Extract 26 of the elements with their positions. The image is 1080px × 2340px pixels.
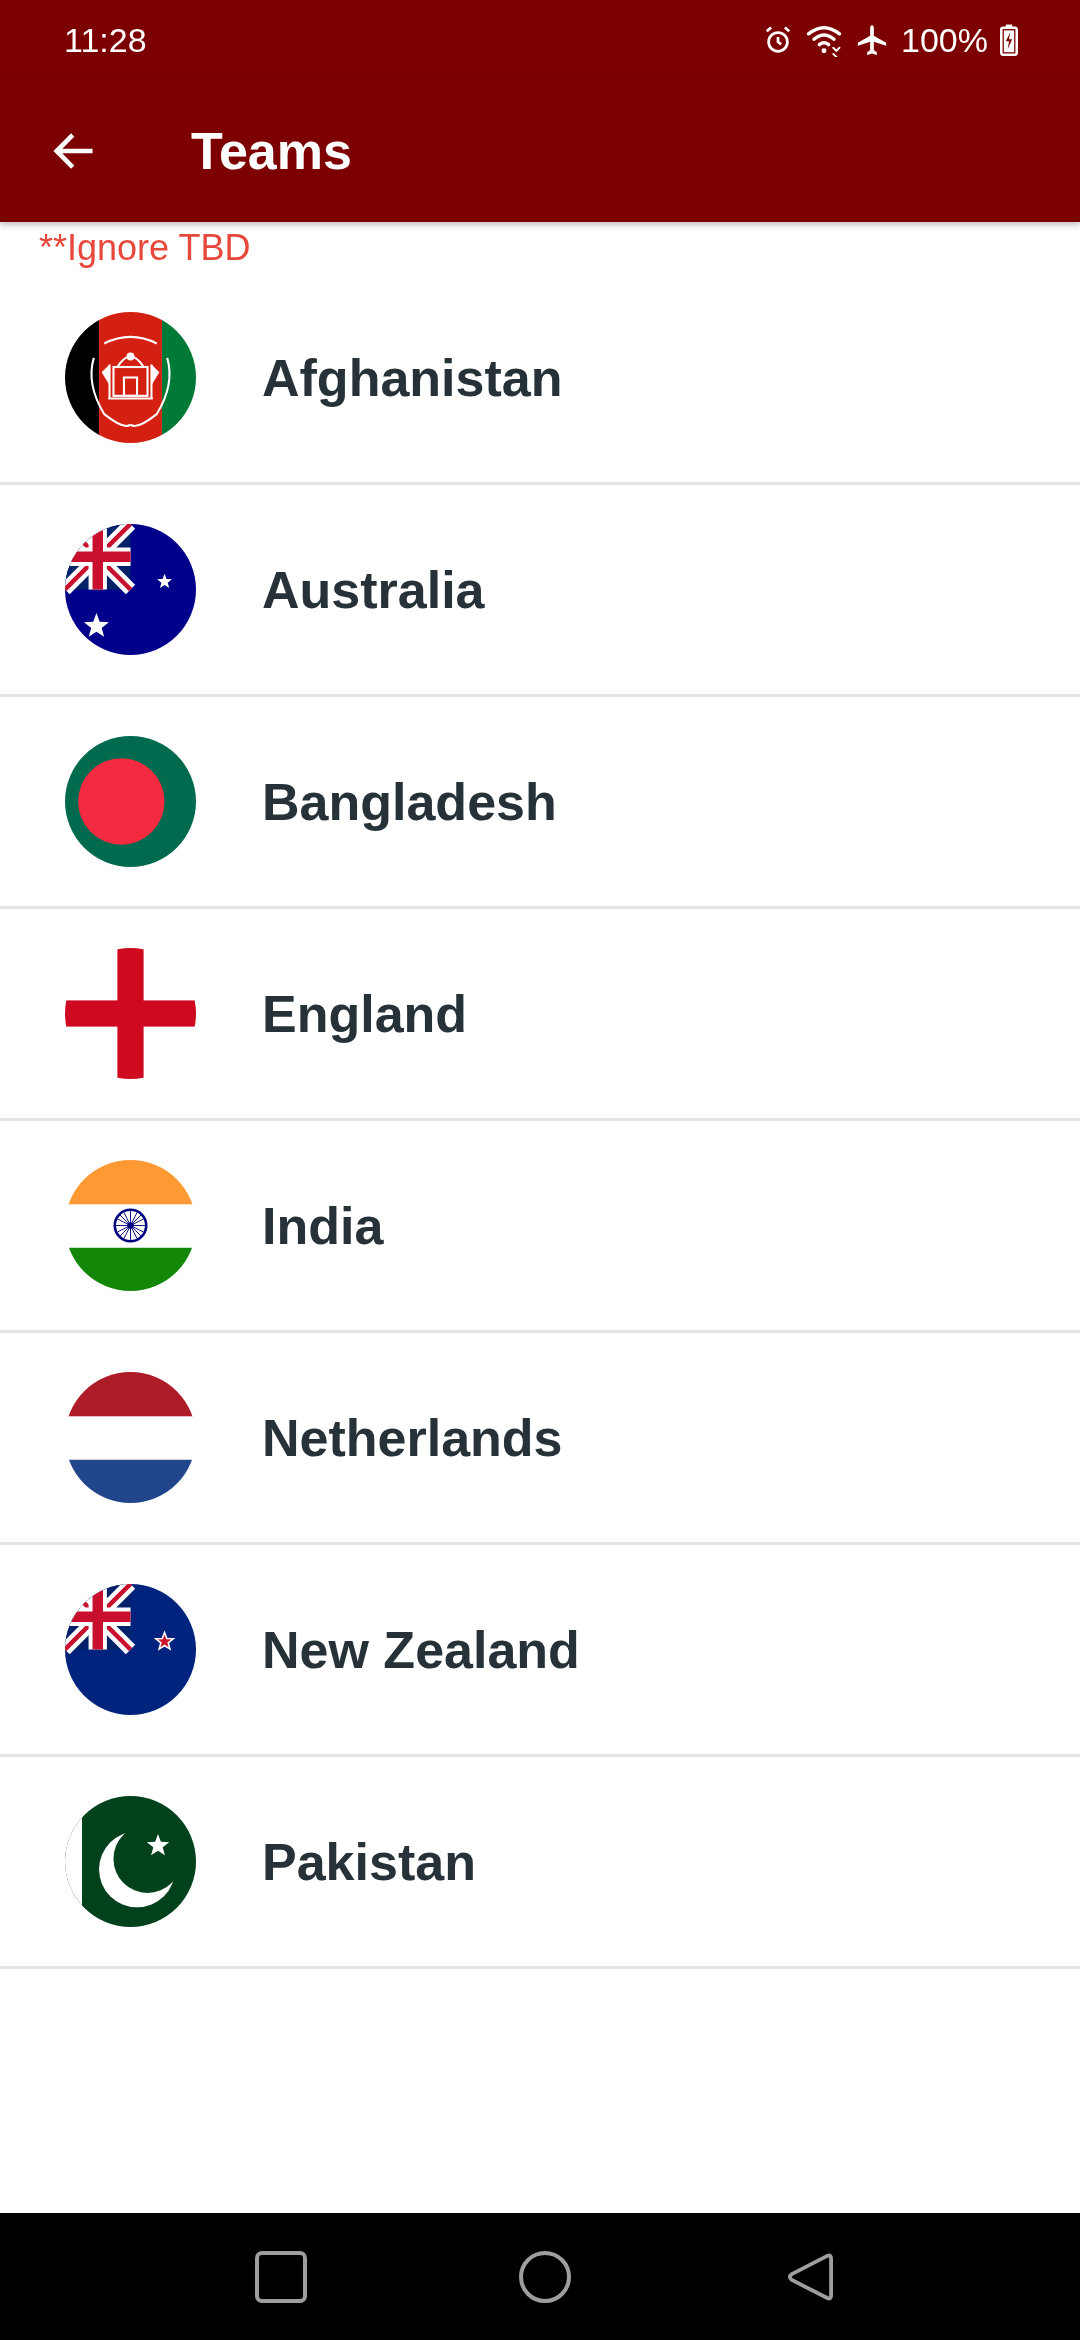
team-name: Pakistan xyxy=(262,1835,476,1888)
afghanistan-flag-icon xyxy=(65,312,196,443)
team-name: India xyxy=(262,1199,384,1252)
team-list-item[interactable]: Afghanistan xyxy=(0,273,1080,485)
ignore-note: **Ignore TBD xyxy=(39,229,251,266)
app-bar-title: Teams xyxy=(191,125,352,177)
status-time: 11:28 xyxy=(64,23,147,57)
wifi-icon xyxy=(805,23,844,57)
battery-charging-icon xyxy=(1000,24,1018,56)
india-flag-icon xyxy=(65,1160,196,1291)
team-name: Netherlands xyxy=(262,1411,563,1464)
square-icon xyxy=(255,2250,307,2303)
team-name: New Zealand xyxy=(262,1623,580,1676)
team-list-item[interactable]: Bangladesh xyxy=(0,697,1080,909)
england-flag-icon xyxy=(65,948,196,1079)
netherlands-flag-icon xyxy=(65,1372,196,1503)
team-list-item[interactable]: India xyxy=(0,1121,1080,1333)
triangle-icon xyxy=(787,2250,833,2303)
team-list-item[interactable]: Australia xyxy=(0,485,1080,697)
team-name: Australia xyxy=(262,563,485,616)
team-list-item[interactable]: Pakistan xyxy=(0,1757,1080,1969)
team-list-item[interactable]: Netherlands xyxy=(0,1333,1080,1545)
circle-icon xyxy=(519,2250,571,2303)
battery-percentage: 100% xyxy=(901,23,988,57)
team-list-item[interactable]: England xyxy=(0,909,1080,1121)
team-list-item[interactable]: New Zealand xyxy=(0,1545,1080,1757)
